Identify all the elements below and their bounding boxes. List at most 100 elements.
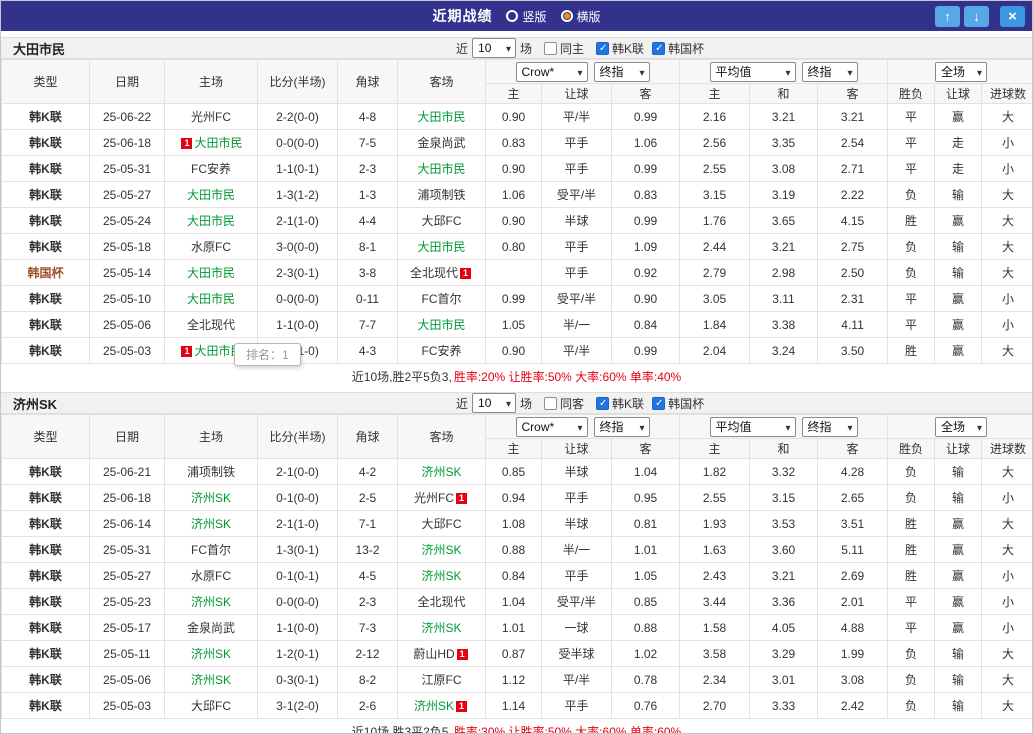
team-name[interactable]: 大田市民 [194,136,242,150]
team-name[interactable]: 光州FC [191,110,231,124]
match-count-select[interactable]: 10 [472,393,517,413]
team-name[interactable]: 济州SK [191,647,231,661]
handicap-result-cell: 输 [934,692,983,719]
checkbox-icon[interactable] [544,396,558,410]
team-name[interactable]: 济州SK [421,621,461,635]
away-team-cell: 全北现代 1 [397,259,486,286]
team-name[interactable]: 济州SK [191,517,231,531]
team-name[interactable]: FC首尔 [191,543,231,557]
match-count-select[interactable]: 10 [472,38,517,58]
handicap-line-cell: 平手 [541,129,612,156]
team-name[interactable]: 大田市民 [187,292,235,306]
avg-draw-cell: 3.21 [749,103,818,130]
team-name[interactable]: 大田市民 [187,214,235,228]
home-team-cell: 全北现代 [164,311,258,338]
team-name[interactable]: 大田市民 [417,240,465,254]
bookmaker-select[interactable]: Crow* [515,61,588,82]
team-name[interactable]: FC安养 [191,162,231,176]
corner-cell: 7-7 [337,311,398,338]
team-name[interactable]: 江原FC [422,673,462,687]
team-name[interactable]: 全北现代 [417,595,465,609]
team-name[interactable]: 大邱FC [422,214,462,228]
team-name[interactable]: 济州SK [191,491,231,505]
checkbox-label: 同客 [560,396,585,411]
scope-select[interactable]: 全场 [935,416,988,437]
average-stage-select[interactable]: 终指 [801,416,858,437]
team-name[interactable]: 全北现代 [187,318,235,332]
goals-cell: 大 [981,337,1032,364]
team-name[interactable]: 大田市民 [417,110,465,124]
layout-radio-vertical[interactable]: 竖版 [506,8,547,25]
team-name[interactable]: 大邱FC [191,699,231,713]
layout-radio-horizontal[interactable]: 横版 [560,8,601,25]
team-name[interactable]: 大田市民 [417,318,465,332]
col-header-avg-away: 客 [816,438,889,459]
team-name[interactable]: 浦项制铁 [417,188,465,202]
odds-stage-select[interactable]: 终指 [593,416,650,437]
summary-footer: 近10场,胜2平5负3, 胜率:20% 让胜率:50% 大率:60% 单率:40… [1,364,1032,388]
team-name[interactable]: 济州SK [421,465,461,479]
team-name[interactable]: FC安养 [422,344,462,358]
team-name[interactable]: 大田市民 [187,188,235,202]
checkbox-checked-icon[interactable] [596,396,610,410]
move-down-button[interactable]: ↓ [964,5,989,27]
odds-stage-select[interactable]: 终指 [593,61,650,82]
radio-selected-icon[interactable] [560,10,573,22]
team-name[interactable]: 全北现代 [410,266,458,280]
team-name[interactable]: 金泉尚武 [417,136,465,150]
goals-cell: 大 [981,181,1032,208]
away-team-cell: 大田市民 [397,155,486,182]
team-name[interactable]: 水原FC [191,240,231,254]
home-team-cell: 济州SK [164,510,258,537]
home-odds-cell: 0.87 [485,640,542,667]
team-name[interactable]: 济州SK [421,543,461,557]
team-name[interactable]: 金泉尚武 [187,621,235,635]
scope-select[interactable]: 全场 [935,61,988,82]
result-cell: 平 [887,103,936,130]
average-stage-select[interactable]: 终指 [801,61,858,82]
select-value: 全场 [941,65,966,79]
team-name[interactable]: 大田市民 [417,162,465,176]
move-up-button[interactable]: ↑ [935,5,960,27]
col-header-avg-home: 主 [679,83,750,104]
odds-group-header: Crow* 终指 [485,59,680,84]
result-cell: 负 [887,181,936,208]
team-name[interactable]: 浦项制铁 [187,465,235,479]
average-select[interactable]: 平均值 [709,61,796,82]
away-odds-cell: 1.06 [611,129,680,156]
radio-icon[interactable] [506,10,519,22]
close-button[interactable]: × [1000,5,1025,27]
avg-draw-cell: 3.01 [749,666,818,693]
team-name[interactable]: 大邱FC [422,517,462,531]
team-name[interactable]: 济州SK [414,699,454,713]
team-name[interactable]: 济州SK [191,673,231,687]
summary-record: 近10场,胜3平2负5, [351,724,452,734]
same-venue-checkbox[interactable]: 同主 [544,40,584,57]
same-venue-checkbox[interactable]: 同客 [544,395,584,412]
checkbox-checked-icon[interactable] [652,396,666,410]
score-cell: 2-1(1-0) [257,510,338,537]
away-team-cell: 江原FC [397,666,486,693]
away-odds-cell: 1.05 [611,562,680,589]
date-cell: 25-05-14 [89,259,165,286]
team-name[interactable]: 济州SK [421,569,461,583]
checkbox-icon[interactable] [544,41,558,55]
date-cell: 25-05-27 [89,181,165,208]
average-select[interactable]: 平均值 [709,416,796,437]
cup-checkbox[interactable]: 韩国杯 [652,395,704,412]
team-name[interactable]: FC首尔 [422,292,462,306]
team-name[interactable]: 蔚山HD [413,647,454,661]
league-checkbox[interactable]: 韩K联 [596,40,644,57]
cup-checkbox[interactable]: 韩国杯 [652,40,704,57]
team-name[interactable]: 光州FC [414,491,454,505]
team-name[interactable]: 济州SK [191,595,231,609]
avg-draw-cell: 3.29 [749,640,818,667]
bookmaker-select[interactable]: Crow* [515,416,588,437]
team-name[interactable]: 大田市民 [187,266,235,280]
checkbox-checked-icon[interactable] [652,41,666,55]
league-checkbox[interactable]: 韩K联 [596,395,644,412]
result-cell: 胜 [887,562,936,589]
date-cell: 25-05-23 [89,588,165,615]
checkbox-checked-icon[interactable] [596,41,610,55]
team-name[interactable]: 水原FC [191,569,231,583]
